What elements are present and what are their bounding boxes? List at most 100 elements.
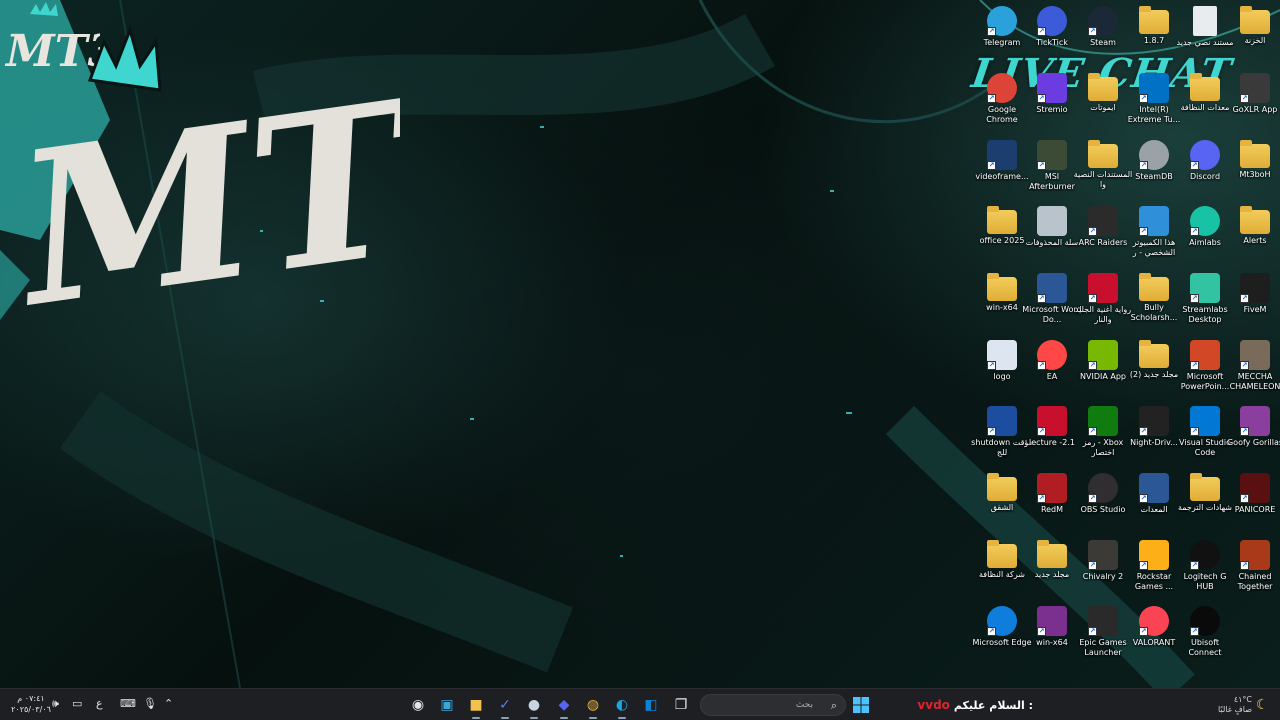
chevron-up-icon[interactable]: ⌃	[164, 697, 173, 710]
desktop-icon[interactable]: ↗ TickTick	[1027, 6, 1077, 72]
edge-taskbar-icon[interactable]: ◐	[609, 693, 635, 719]
desktop-icon[interactable]: ايموتات	[1078, 73, 1128, 139]
desktop-icon[interactable]: ↗ رمز - Xbox اختصار	[1078, 406, 1128, 472]
taskbar-search[interactable]: بحث ⌕	[700, 694, 846, 716]
shortcut-arrow-icon: ↗	[1037, 94, 1046, 103]
obs-taskbar-icon[interactable]: ◉	[405, 693, 431, 717]
task-view-taskbar-icon[interactable]: ❐	[668, 693, 694, 717]
desktop-icon[interactable]: معدات النظافة	[1180, 73, 1230, 139]
desktop-icon[interactable]: ↗ shutdown مؤقت للج	[971, 406, 1033, 472]
meccha-chameleon-icon: ↗	[1240, 340, 1270, 370]
desktop-icon[interactable]: ↗ Logitech G HUB	[1180, 540, 1230, 606]
desktop-icon[interactable]: ↗ Microsoft Edge	[972, 606, 1032, 672]
desktop-icon[interactable]: ↗ Intel(R) Extreme Tu...	[1128, 73, 1180, 139]
desktop-icon[interactable]: ↗ Microsoft Word Do...	[1022, 273, 1082, 339]
desktop-icon[interactable]: المستندات النصية وا	[1074, 140, 1132, 206]
desktop-icon[interactable]: سلة المحذوفات	[1026, 206, 1078, 272]
terminal-taskbar-icon[interactable]: ▣	[434, 693, 460, 717]
desktop-icon[interactable]: ↗ win-x64	[1027, 606, 1077, 672]
desktop-icon[interactable]: ↗ Telegram	[977, 6, 1027, 72]
shortcut-arrow-icon: ↗	[987, 627, 996, 636]
desktop-icon[interactable]: الخزنة	[1230, 6, 1280, 72]
ticktick-taskbar-icon[interactable]: ✓	[492, 693, 518, 719]
desktop-icon[interactable]: ↗ Rockstar Games ...	[1129, 540, 1179, 606]
desktop-icon[interactable]: ↗ Streamlabs Desktop	[1180, 273, 1230, 339]
shortcut-arrow-icon: ↗	[1139, 494, 1148, 503]
panicore-icon: ↗	[1240, 473, 1270, 503]
chrome-taskbar-icon[interactable]: ◍	[580, 693, 606, 719]
desktop-icon[interactable]: شركة النظافة	[977, 540, 1027, 606]
discord-glyph-icon: ◆	[558, 697, 570, 713]
network-icon[interactable]: ▭	[72, 697, 82, 710]
shortcut-arrow-icon: ↗	[1037, 27, 1046, 36]
steam-icon: ↗	[1088, 6, 1118, 36]
desktop-icon[interactable]: ↗ Stremio	[1027, 73, 1077, 139]
language-indicator[interactable]: ع	[96, 697, 103, 710]
desktop-icon[interactable]: office 2025	[977, 206, 1027, 272]
desktop-icon[interactable]: ↗ Epic Games Launcher	[1078, 606, 1128, 672]
rockstar-icon: ↗	[1139, 540, 1169, 570]
desktop-icon[interactable]: ↗ Goofy Gorillas	[1227, 406, 1280, 472]
desktop-icon[interactable]: مستند نصي جديد	[1177, 6, 1233, 72]
desktop-icon[interactable]: ↗ Chivalry 2	[1078, 540, 1128, 606]
desktop-icon[interactable]: ↗ NVIDIA App	[1078, 340, 1128, 406]
desktop-icon[interactable]: ↗ VALORANT	[1129, 606, 1179, 672]
desktop-icon[interactable]: ↗ SteamDB	[1129, 140, 1179, 206]
desktop-icon[interactable]: ↗ Discord	[1180, 140, 1230, 206]
keyboard-icon[interactable]: ⌨	[120, 697, 136, 710]
desktop-icon[interactable]: Alerts	[1230, 206, 1280, 272]
desktop-icon[interactable]: ↗ GoXLR App	[1230, 73, 1280, 139]
microphone-icon[interactable]: 🎙	[143, 697, 157, 710]
desktop-icon[interactable]: ↗ Steam	[1078, 6, 1128, 72]
desktop-icon[interactable]: ↗ Google Chrome	[977, 73, 1027, 139]
desktop-icon[interactable]: ↗ RedM	[1027, 473, 1077, 539]
desktop-icon[interactable]: ↗ MSI Afterburner	[1027, 140, 1077, 206]
desktop-icon[interactable]: ↗ videoframe...	[975, 140, 1029, 206]
pdf-icon: ↗	[1037, 406, 1067, 436]
ea-icon: ↗	[1037, 340, 1067, 370]
desktop-icon[interactable]: ↗ FiveM	[1230, 273, 1280, 339]
desktop-icon[interactable]: ↗ المعدات	[1129, 473, 1179, 539]
desktop-icon[interactable]: Mt3boH	[1230, 140, 1280, 206]
vscode-taskbar-icon[interactable]: ◧	[638, 693, 664, 717]
desktop-icon[interactable]: ↗ Visual Studio Code	[1179, 406, 1231, 472]
desktop-icon[interactable]: ↗ PANICORE	[1230, 473, 1280, 539]
desktop-icon[interactable]: ↗ رواية أغنية الجليد والنار	[1075, 273, 1131, 339]
desktop-icon[interactable]: ↗ OBS Studio	[1078, 473, 1128, 539]
shortcut-arrow-icon: ↗	[1088, 27, 1097, 36]
desktop-icon[interactable]: Bully Scholarsh...	[1129, 273, 1179, 339]
desktop-icon[interactable]: ↗ logo	[977, 340, 1027, 406]
desktop-icon[interactable]: شهادات الترجمة	[1178, 473, 1232, 539]
desktop-icon[interactable]: ↗ Ubisoft Connect	[1180, 606, 1230, 672]
desktop-icon[interactable]: 1.8.7	[1129, 6, 1179, 72]
desktop-wallpaper: MT3 MT3 LIVE CHAT ↗Telegram↗TickTick↗Ste…	[0, 0, 1280, 688]
goxlr-icon: ↗	[1240, 73, 1270, 103]
volume-icon[interactable]: 🕪	[52, 697, 59, 711]
nvidia-icon: ↗	[1088, 340, 1118, 370]
folder-icon	[987, 273, 1017, 301]
discord-taskbar-icon[interactable]: ◆	[551, 693, 577, 719]
desktop-icon[interactable]: ↗ Chained Together	[1230, 540, 1280, 606]
taskbar-clock[interactable]: ٠٧:٤١ م ٢٠٢٥/٠٣/٠٦	[6, 693, 56, 715]
shortcut-arrow-icon: ↗	[1139, 627, 1148, 636]
steam-taskbar-icon[interactable]: ●	[521, 693, 547, 719]
desktop-icon[interactable]: ↗ Microsoft PowerPoin...	[1180, 340, 1230, 406]
desktop-icon[interactable]: مجلد جديد (2)	[1129, 340, 1179, 406]
start-button[interactable]	[848, 693, 874, 717]
desktop-icon[interactable]: مجلد جديد	[1027, 540, 1077, 606]
desktop-icon-label: PANICORE	[1234, 505, 1276, 514]
desktop-icon[interactable]: ↗ EA	[1027, 340, 1077, 406]
desktop-icon[interactable]: ↗ Night-Driv...	[1129, 406, 1179, 472]
weather-widget[interactable]: ٤١°C صافٍ غالبًا ☾	[1196, 692, 1276, 718]
desktop-icon[interactable]: ↗ lecture -2.1	[1027, 406, 1077, 472]
desktop-icon[interactable]: ↗ MECCHA CHAMELEON	[1230, 340, 1280, 406]
discord-icon: ↗	[1190, 140, 1220, 170]
desktop-icon[interactable]: ↗ Aimlabs	[1180, 206, 1230, 272]
desktop-icon[interactable]: الشقق	[977, 473, 1027, 539]
desktop-icon[interactable]: win-x64	[977, 273, 1027, 339]
desktop-icon[interactable]: ↗ ARC Raiders	[1078, 206, 1128, 272]
shortcut-arrow-icon: ↗	[1088, 494, 1097, 503]
shortcut-arrow-icon: ↗	[1240, 561, 1249, 570]
file-explorer-taskbar-icon[interactable]: ■	[463, 693, 489, 719]
desktop-icon[interactable]: ↗ هذا الكمبيوتر الشخصي - ر	[1129, 206, 1179, 272]
